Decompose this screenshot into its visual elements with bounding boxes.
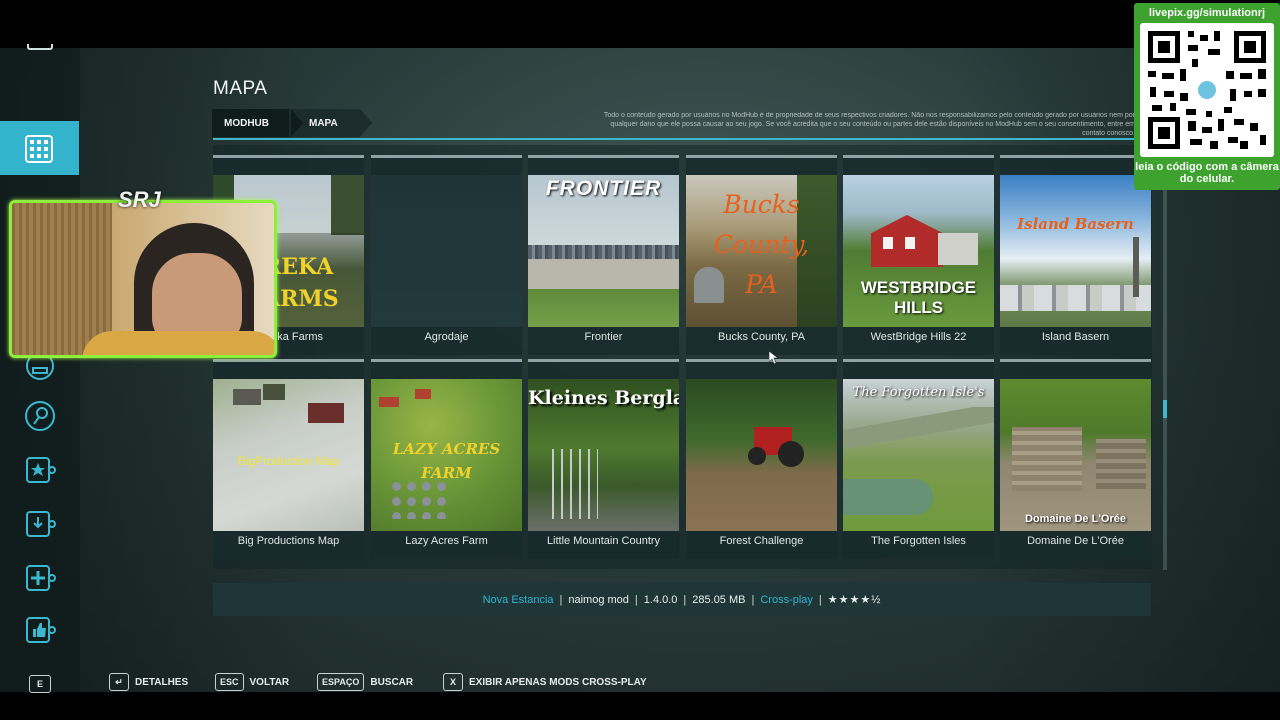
- map-thumbnail: Domaine De L'Orée: [1000, 379, 1151, 531]
- hint-crossplay-filter[interactable]: X EXIBIR APENAS MODS CROSS-PLAY: [443, 671, 647, 693]
- rating-stars: ★★★★½: [827, 594, 882, 606]
- map-card[interactable]: Agrodaje: [371, 155, 522, 355]
- thumbs-up-gear-icon[interactable]: [22, 612, 58, 648]
- hint-back[interactable]: ESC VOLTAR: [215, 671, 289, 693]
- map-thumbnail: Island Basern: [1000, 175, 1151, 327]
- map-card[interactable]: Kleines Bergland Little Mountain Country: [528, 359, 679, 559]
- map-card[interactable]: FRONTIER Frontier: [528, 155, 679, 355]
- map-title: Island Basern: [1041, 331, 1110, 343]
- map-thumbnail: LAZY ACRES FARM: [371, 379, 522, 531]
- grid-scrollbar-thumb[interactable]: [1163, 400, 1167, 418]
- map-thumbnail: FRONTIER: [528, 175, 679, 327]
- map-card[interactable]: Domaine De L'Orée Domaine De L'Orée: [1000, 359, 1151, 559]
- mod-size: 285.05 MB: [692, 593, 746, 606]
- header-divider: [213, 138, 1150, 140]
- map-thumbnail: Bucks County, PA: [686, 175, 837, 327]
- map-thumbnail: Kleines Bergland: [528, 379, 679, 531]
- disclaimer-text: Todo o conteúdo gerado por usuários no M…: [603, 112, 1135, 137]
- mod-version: 1.4.0.0: [643, 593, 678, 606]
- hint-search[interactable]: ESPAÇO BUSCAR: [317, 671, 413, 693]
- crossplay-badge: Cross-play: [760, 593, 813, 606]
- map-card[interactable]: Bucks County, PA Bucks County, PA: [686, 155, 837, 355]
- map-card[interactable]: Forest Challenge: [686, 359, 837, 559]
- star-gear-icon[interactable]: [22, 452, 58, 488]
- map-thumbnail: [686, 379, 837, 531]
- plus-gear-icon[interactable]: [22, 560, 58, 596]
- bottom-letterbox: [0, 692, 1280, 720]
- breadcrumb: MODHUB MAPA: [212, 109, 372, 137]
- top-letterbox: [0, 0, 1280, 48]
- srj-logo: SRJ: [118, 187, 161, 212]
- qr-code-icon: [1148, 31, 1266, 149]
- map-title: WestBridge Hills 22: [870, 331, 967, 343]
- map-grid: REKA ARMS Eureka Farms Agrodaje FRONTIER…: [213, 145, 1152, 569]
- webcam-overlay: [9, 200, 277, 358]
- space-key-icon: ESPAÇO: [317, 673, 365, 691]
- map-card[interactable]: The Forgotten Isle's The Forgotten Isles: [843, 359, 994, 559]
- map-thumbnail: [371, 175, 522, 327]
- mod-name[interactable]: Nova Estancia: [483, 594, 554, 606]
- map-card[interactable]: LAZY ACRES FARM Lazy Acres Farm: [371, 359, 522, 559]
- map-title: Lazy Acres Farm: [405, 535, 488, 547]
- map-title: Bucks County, PA: [717, 331, 806, 343]
- cursor-icon: [769, 351, 779, 365]
- nav-item-mods-active[interactable]: [0, 121, 79, 175]
- esc-key-icon: ESC: [215, 673, 244, 691]
- map-title: The Forgotten Isles: [871, 535, 966, 547]
- map-title: Domaine De L'Orée: [1027, 535, 1124, 547]
- grid-icon: [25, 135, 53, 163]
- qr-code: [1140, 23, 1274, 157]
- map-card[interactable]: Island Basern Island Basern: [1000, 155, 1151, 355]
- map-thumbnail: The Forgotten Isle's: [843, 379, 994, 531]
- qr-url: livepix.gg/simulationrj: [1148, 7, 1266, 19]
- hint-details[interactable]: ↵ DETALHES: [109, 671, 188, 693]
- breadcrumb-modhub[interactable]: MODHUB: [212, 109, 303, 137]
- enter-key-icon: ↵: [109, 673, 129, 691]
- page-title: MAPA: [213, 78, 268, 99]
- x-key-icon: X: [443, 673, 463, 691]
- search-icon[interactable]: [22, 398, 58, 434]
- map-title: Frontier: [584, 331, 623, 343]
- selected-mod-info: Nova Estancia | naimog mod | 1.4.0.0 | 2…: [213, 583, 1151, 616]
- donation-qr-panel: livepix.gg/simulationrj leia o código co…: [1134, 3, 1280, 190]
- map-title: Agrodaje: [424, 331, 469, 343]
- map-title: Little Mountain Country: [546, 535, 661, 547]
- grid-scrollbar[interactable]: [1163, 190, 1167, 570]
- map-card[interactable]: BigProduction Map Big Productions Map: [213, 359, 364, 559]
- qr-caption: leia o código com a câmera do celular.: [1135, 161, 1279, 185]
- map-thumbnail: WESTBRIDGE HILLS: [843, 175, 994, 327]
- map-card[interactable]: WESTBRIDGE HILLS WestBridge Hills 22: [843, 155, 994, 355]
- nav-key-e[interactable]: E: [29, 675, 51, 693]
- menu-top-icon[interactable]: [27, 44, 53, 50]
- mod-author: naimog mod: [568, 593, 629, 606]
- download-gear-icon[interactable]: [22, 506, 58, 542]
- map-title: Big Productions Map: [237, 535, 340, 547]
- map-thumbnail: BigProduction Map: [213, 379, 364, 531]
- map-title: Forest Challenge: [719, 535, 804, 547]
